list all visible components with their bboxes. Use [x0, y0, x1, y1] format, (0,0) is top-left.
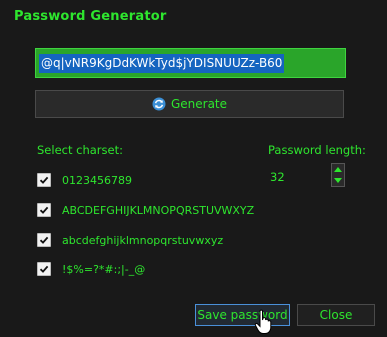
charset-option-digits[interactable]: 0123456789 [37, 172, 132, 188]
charset-option-lowercase[interactable]: abcdefghijklmnopqrstuvwxyz [37, 232, 223, 248]
checkmark-icon [39, 206, 49, 214]
checkbox-symbols[interactable] [37, 262, 51, 276]
checkbox-uppercase[interactable] [37, 203, 51, 217]
password-text[interactable]: @q|vNR9KgDdKWkTyd$jYDISNUUZz-B60 [39, 54, 285, 73]
checkbox-digits[interactable] [37, 173, 51, 187]
charset-option-symbols[interactable]: !$%=?*#:;|-_@ [37, 261, 145, 277]
checkbox-lowercase[interactable] [37, 233, 51, 247]
dialog-title: Password Generator [14, 9, 167, 24]
checkmark-icon [39, 176, 49, 184]
generate-button[interactable]: Generate [35, 90, 344, 118]
charset-option-uppercase[interactable]: ABCDEFGHIJKLMNOPQRSTUVWXYZ [37, 202, 254, 218]
spin-down-icon[interactable] [332, 175, 344, 186]
password-length-spinner[interactable] [331, 163, 345, 187]
save-password-button[interactable]: Save password [195, 304, 290, 326]
refresh-icon [152, 97, 166, 111]
generate-label: Generate [170, 97, 228, 111]
checkmark-icon [39, 236, 49, 244]
password-generator-dialog: Password Generator @q|vNR9KgDdKWkTyd$jYD… [0, 0, 387, 337]
password-field[interactable]: @q|vNR9KgDdKWkTyd$jYDISNUUZz-B60 [35, 48, 346, 78]
spin-up-icon[interactable] [332, 164, 344, 175]
charset-option-label: abcdefghijklmnopqrstuvwxyz [62, 233, 224, 247]
checkmark-icon [39, 265, 49, 273]
close-button[interactable]: Close [297, 304, 375, 326]
charset-option-label: 0123456789 [62, 173, 132, 187]
length-label: Password length: [268, 143, 366, 157]
charset-option-label: ABCDEFGHIJKLMNOPQRSTUVWXYZ [62, 203, 255, 217]
password-length-value[interactable]: 32 [270, 170, 285, 184]
charset-option-label: !$%=?*#:;|-_@ [62, 262, 146, 276]
charset-label: Select charset: [37, 143, 123, 157]
hand-cursor-icon [254, 309, 272, 334]
